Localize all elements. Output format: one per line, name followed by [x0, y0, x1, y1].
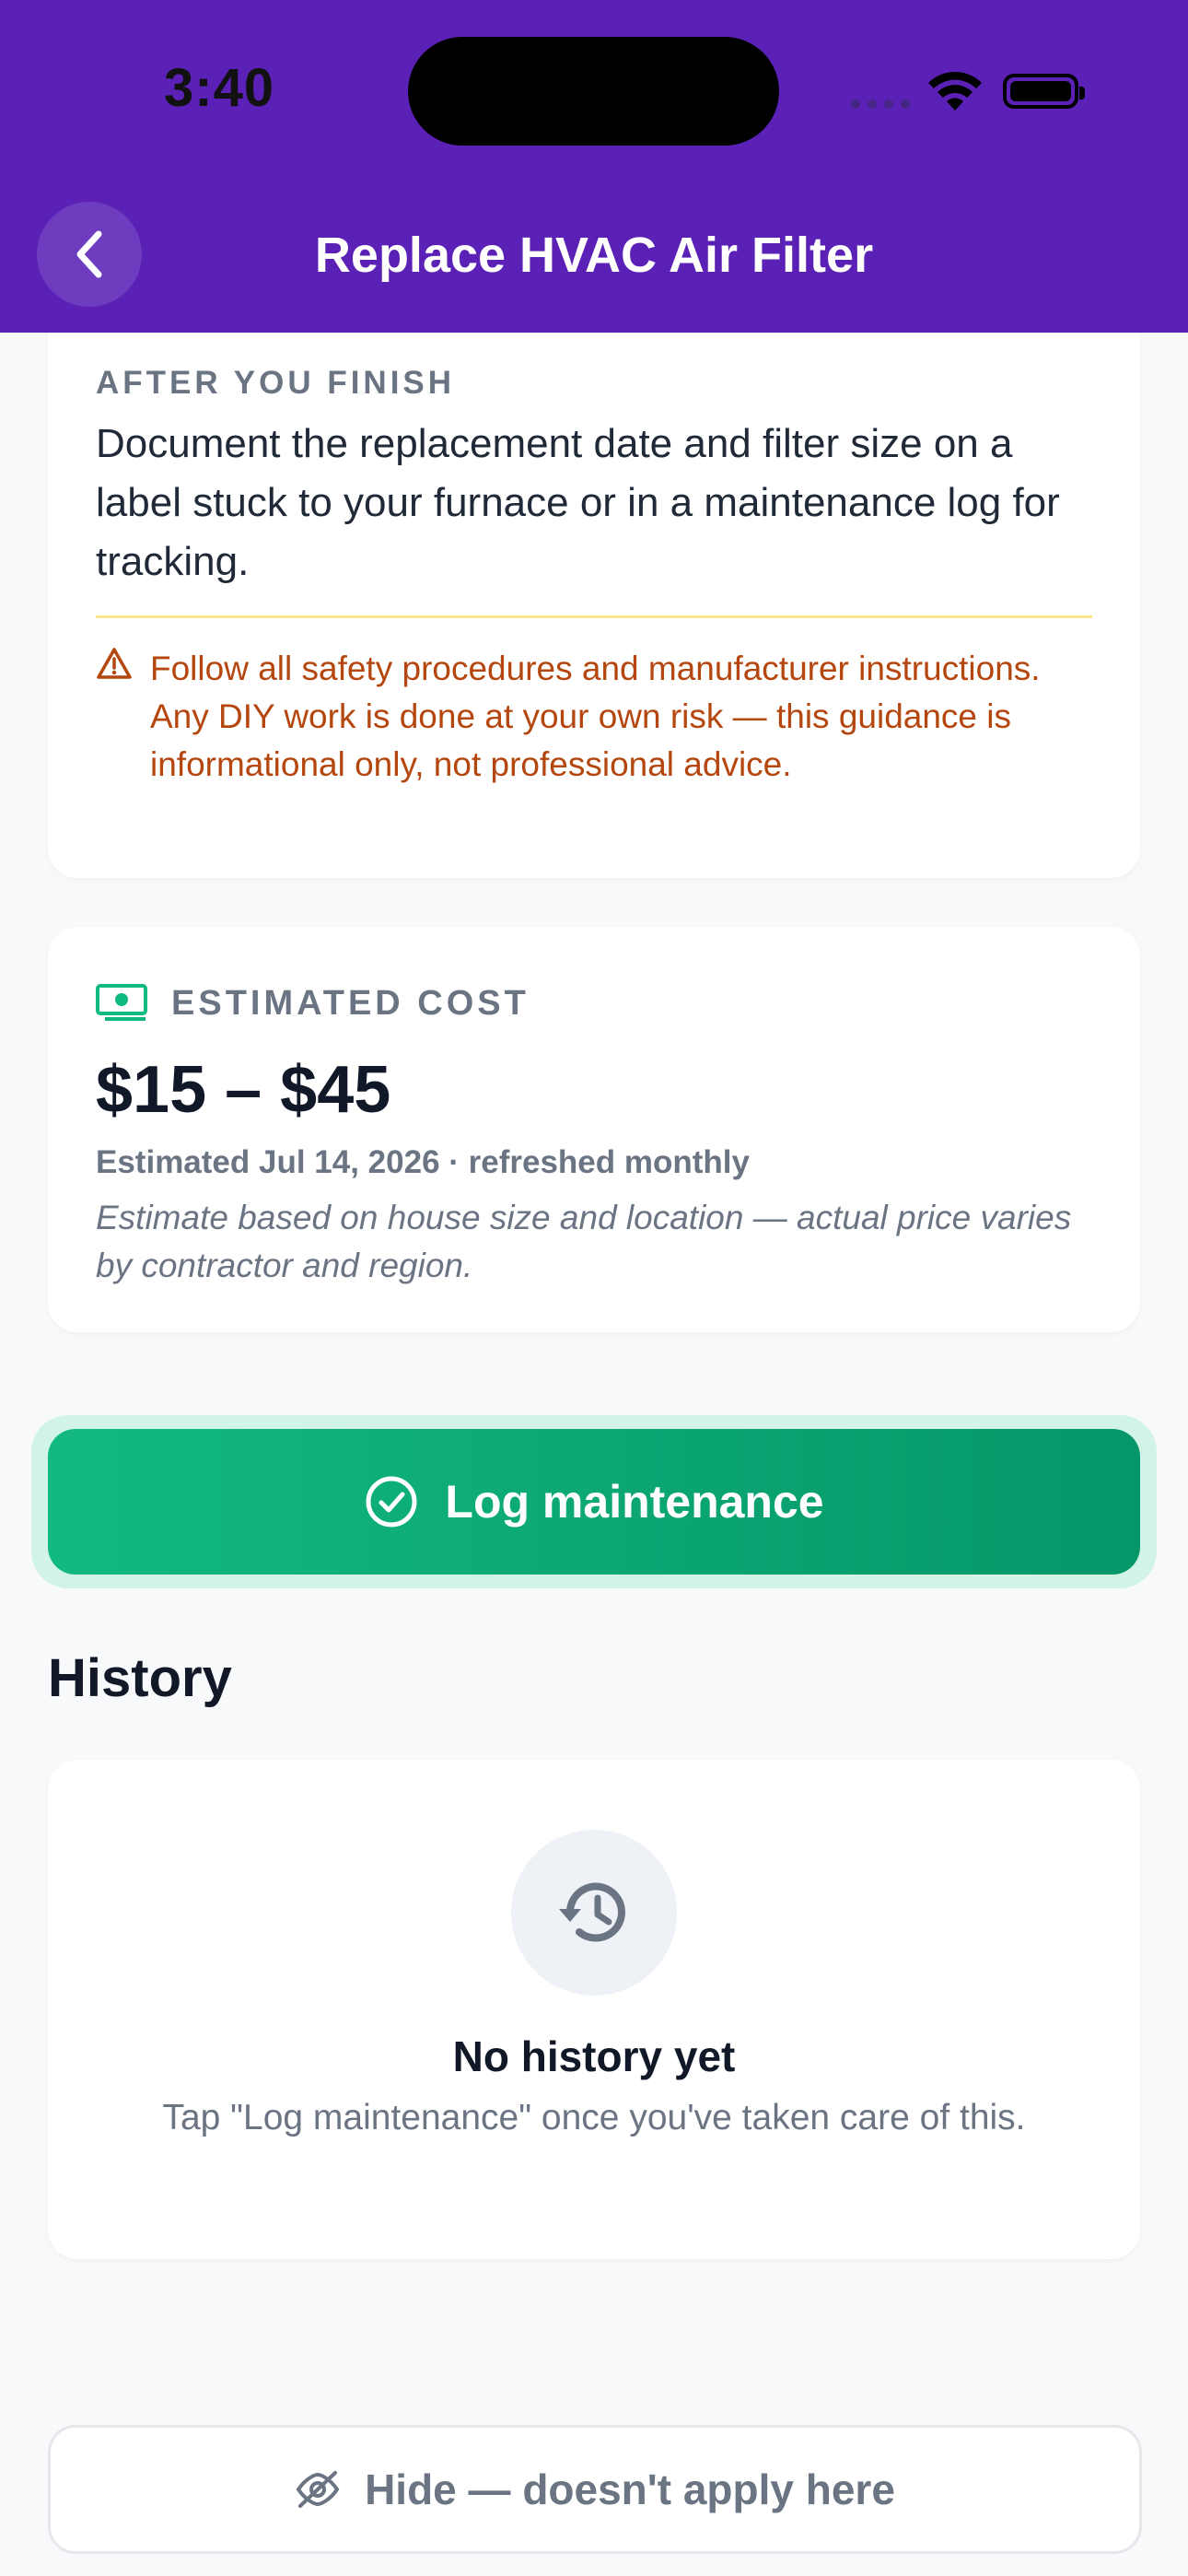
page-title: Replace HVAC Air Filter: [314, 228, 874, 283]
history-heading: History: [48, 1648, 232, 1708]
hide-button[interactable]: Hide — doesn't apply here: [48, 2425, 1142, 2554]
battery-icon: [1003, 74, 1085, 109]
estimated-cost-card: ESTIMATED COST $15 – $45 Estimated Jul 1…: [48, 927, 1140, 1332]
cost-date: Estimated Jul 14, 2026 · refreshed month…: [96, 1144, 750, 1180]
log-maintenance-label: Log maintenance: [445, 1476, 824, 1528]
status-time: 3:40: [164, 58, 275, 118]
warning-icon: [97, 648, 132, 679]
cost-value: $15 – $45: [96, 1053, 391, 1127]
history-card: No history yet Tap "Log maintenance" onc…: [48, 1760, 1140, 2259]
after-finish-text: Document the replacement date and filter…: [96, 421, 1060, 584]
signal-icon: [851, 100, 910, 109]
divider: [96, 615, 1092, 618]
cost-label: ESTIMATED COST: [171, 984, 530, 1023]
check-circle-icon: [366, 1476, 417, 1528]
eye-slash-icon: [296, 2471, 340, 2508]
hide-button-label: Hide — doesn't apply here: [365, 2465, 895, 2513]
wifi-icon: [928, 71, 982, 111]
after-finish-label: AFTER YOU FINISH: [96, 365, 456, 401]
money-icon: [96, 984, 147, 1021]
history-icon-badge: [511, 1830, 677, 1996]
log-maintenance-button[interactable]: Log maintenance: [48, 1429, 1140, 1575]
safety-disclaimer: Follow all safety procedures and manufac…: [150, 650, 1041, 783]
history-icon: [559, 1882, 625, 1942]
dynamic-island: [408, 37, 779, 146]
empty-history-subtitle: Tap "Log maintenance" once you've taken …: [162, 2098, 1026, 2137]
cost-note: Estimate based on house size and locatio…: [96, 1199, 1072, 1284]
after-finish-card: AFTER YOU FINISH Document the replacemen…: [48, 276, 1140, 878]
empty-history-title: No history yet: [452, 2032, 736, 2080]
app-header: 3:40 Replace HVAC Air Filter: [0, 0, 1188, 333]
